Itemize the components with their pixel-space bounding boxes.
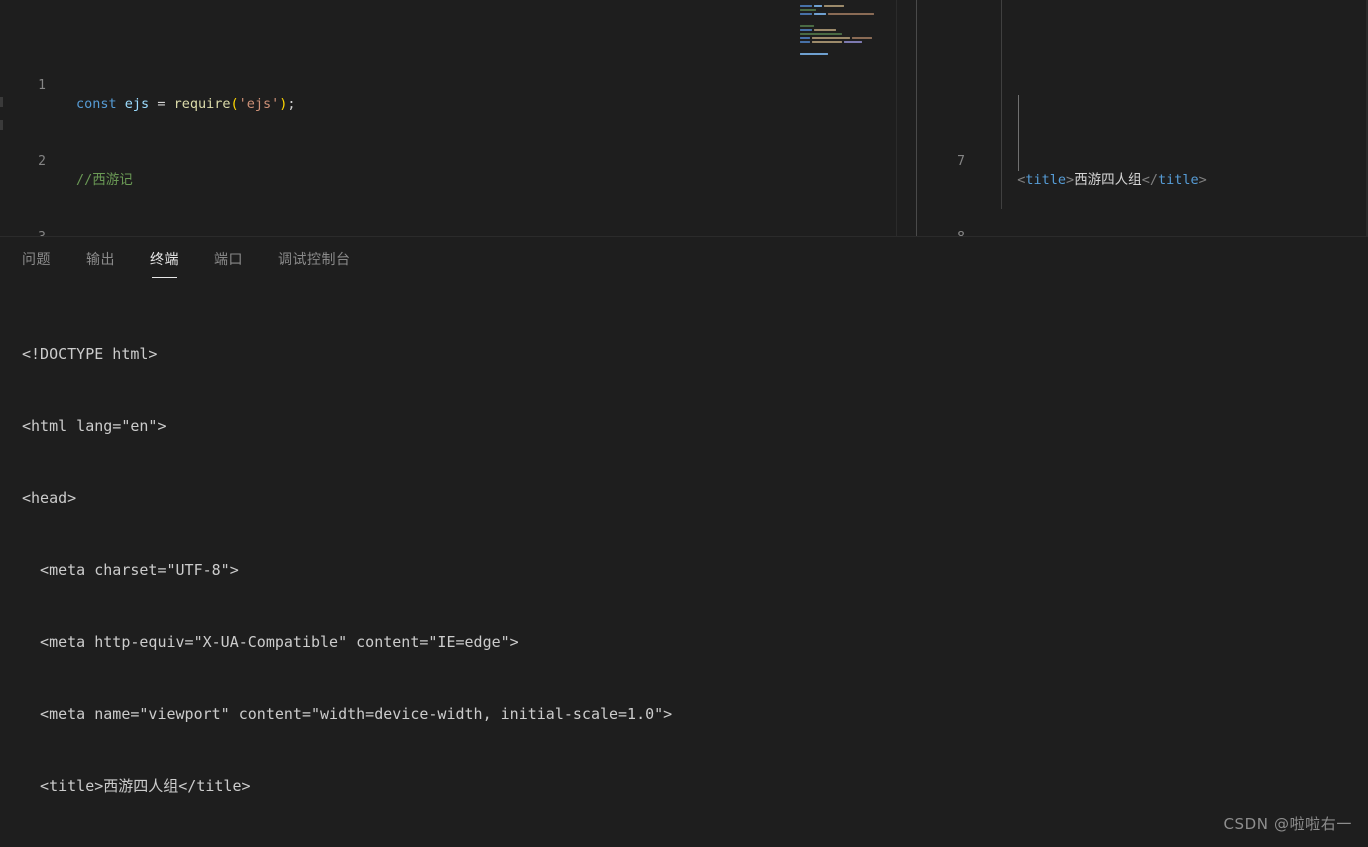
editor-pane-html[interactable]: 7 <title>西游四人组</title> 8 </head> 9 <body… — [917, 0, 1368, 236]
code-text: //西游记 — [76, 172, 133, 188]
code-line[interactable]: 7 <title>西游四人组</title> — [917, 133, 1368, 188]
panel-tab-bar: 问题 输出 终端 端口 调试控制台 — [0, 237, 1368, 284]
terminal-line: <html lang="en"> — [22, 417, 167, 435]
terminal-line: <!DOCTYPE html> — [22, 345, 158, 363]
vscode-window: 1 const ejs = require('ejs'); 2 //西游记 3 … — [0, 0, 1368, 847]
code-line[interactable]: 2 //西游记 — [0, 133, 896, 188]
tab-label: 输出 — [86, 251, 115, 268]
code-text: <title>西游四人组</title> — [1017, 172, 1207, 188]
terminal-line: <meta charset="UTF-8"> — [22, 561, 239, 579]
terminal-line: <meta name="viewport" content="width=dev… — [22, 705, 673, 723]
watermark: CSDN @啦啦右一 — [1223, 815, 1352, 833]
tab-terminal[interactable]: 终端 — [150, 244, 179, 278]
terminal-line: <title>西游四人组</title> — [22, 777, 251, 795]
code-text: const ejs = require('ejs'); — [76, 96, 296, 112]
line-number: 7 — [957, 154, 965, 169]
tab-label: 端口 — [214, 251, 243, 268]
line-number: 3 — [0, 228, 46, 236]
editor-inner-divider — [896, 0, 897, 236]
editor-left-marker-2 — [0, 120, 3, 130]
code-line[interactable]: 3 const xiyou = ['唐僧','孙悟空','猪八戒','沙僧']; — [0, 209, 896, 236]
code-content-left[interactable]: 1 const ejs = require('ejs'); 2 //西游记 3 … — [0, 0, 896, 236]
code-content-right[interactable]: 7 <title>西游四人组</title> 8 </head> 9 <body… — [917, 0, 1368, 236]
terminal-line: <head> — [22, 489, 77, 507]
tab-label: 终端 — [150, 251, 179, 268]
tab-label: 调试控制台 — [278, 251, 351, 268]
tab-ports[interactable]: 端口 — [214, 244, 243, 278]
minimap[interactable] — [796, 0, 896, 236]
line-number: 8 — [917, 228, 965, 236]
terminal-line: <meta http-equiv="X-UA-Compatible" conte… — [22, 633, 519, 651]
line-number: 2 — [38, 154, 46, 169]
tab-problems[interactable]: 问题 — [22, 244, 51, 278]
editor-pane-javascript[interactable]: 1 const ejs = require('ejs'); 2 //西游记 3 … — [0, 0, 896, 236]
line-number: 1 — [38, 78, 46, 93]
tab-output[interactable]: 输出 — [86, 244, 115, 278]
code-line[interactable]: 8 </head> — [917, 209, 1368, 236]
tab-label: 问题 — [22, 251, 51, 268]
editor-area: 1 const ejs = require('ejs'); 2 //西游记 3 … — [0, 0, 1368, 236]
bottom-panel: 问题 输出 终端 端口 调试控制台 <!DOCTYPE html> <html … — [0, 236, 1368, 847]
terminal-output[interactable]: <!DOCTYPE html> <html lang="en"> <head> … — [0, 284, 1368, 847]
tab-debug-console[interactable]: 调试控制台 — [278, 244, 351, 278]
code-line[interactable]: 1 const ejs = require('ejs'); — [0, 57, 896, 112]
editor-left-marker — [0, 97, 3, 107]
